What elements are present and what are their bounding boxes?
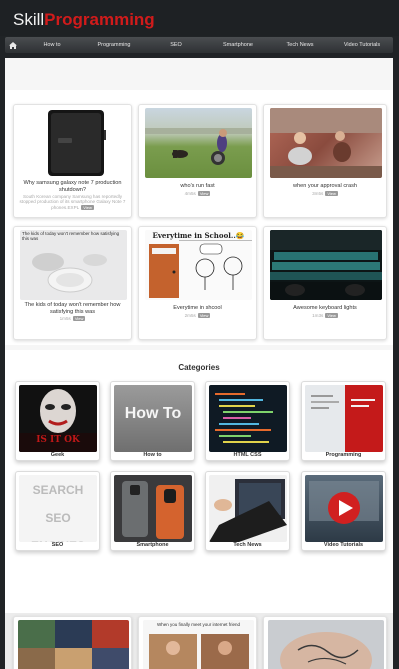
kids-thumbnail: The kids of today won't remember how sat… <box>20 230 127 300</box>
internet-friend-thumbnail: When you finally meet your internet frie… <box>143 620 254 669</box>
categories-heading: Categories <box>178 363 220 372</box>
video-title[interactable]: The kids of today won't remember how sat… <box>18 302 127 315</box>
duration-text: 3m5s <box>312 191 324 196</box>
category-label: Video Tutorials <box>323 542 364 548</box>
view-badge[interactable]: View <box>72 316 86 322</box>
video-title[interactable]: Why samsung galaxy note 7 production shu… <box>18 180 127 193</box>
tech-news-thumbnail <box>209 475 287 542</box>
video-title[interactable]: who's run fast <box>143 183 252 190</box>
category-label: How to <box>143 452 162 458</box>
category-label: Programming <box>325 452 362 458</box>
video-card-run-fast[interactable]: who's run fast 4m5s View <box>138 104 257 218</box>
video-card-approval-crash[interactable]: when your approval crash 3m5s View <box>263 104 387 218</box>
logo-part1: Skill <box>13 10 45 29</box>
category-card-geek[interactable]: IS IT OK Geek <box>15 381 100 461</box>
home-icon[interactable] <box>5 37 21 53</box>
nav-item-tech-news[interactable]: Tech News <box>269 42 331 48</box>
video-meta: 1m3s View <box>268 313 382 319</box>
video-card-kids-today[interactable]: The kids of today won't remember how sat… <box>13 226 132 340</box>
thumbnail-overlay-text: How To <box>124 405 182 422</box>
video-card-bottom-2[interactable]: When you finally meet your internet frie… <box>138 616 257 669</box>
nav-item-programming[interactable]: Programming <box>83 42 145 48</box>
duration-text: 4m5s <box>184 191 196 196</box>
category-card-tech-news[interactable]: Tech News <box>205 471 290 551</box>
thumbnail-overlay-text: SEARCH SEO ENGINES <box>19 477 97 542</box>
video-meta: 3m5s View <box>268 191 382 197</box>
logo-part2: Programming <box>44 10 155 29</box>
category-label: HTML CSS <box>233 452 262 458</box>
view-badge[interactable]: View <box>197 313 211 319</box>
seo-thumbnail: SEARCH SEO ENGINES <box>19 475 97 542</box>
how-to-thumbnail: How To <box>114 385 192 452</box>
phone-thumbnail <box>20 108 127 178</box>
view-badge[interactable]: View <box>325 191 338 197</box>
category-label: Geek <box>50 452 65 458</box>
summary-text: South Korean company Samsung has reporte… <box>19 194 126 210</box>
main-nav: How to Programming SEO Smartphone Tech N… <box>5 37 393 53</box>
movie-collage-thumbnail <box>18 620 129 669</box>
video-card-note7[interactable]: Why samsung galaxy note 7 production shu… <box>13 104 132 218</box>
view-badge[interactable]: View <box>197 191 211 197</box>
category-label: Tech News <box>233 542 262 548</box>
nav-item-smartphone[interactable]: Smartphone <box>207 42 269 48</box>
view-badge[interactable]: View <box>81 204 94 211</box>
crash-thumbnail <box>270 108 382 178</box>
category-card-video-tutorials[interactable]: Video Tutorials <box>301 471 386 551</box>
site-logo[interactable]: SkillProgramming <box>13 10 155 30</box>
video-card-school[interactable]: Everytime in School..😂 Everytime in shco… <box>138 226 257 340</box>
category-label: Smartphone <box>136 542 169 548</box>
video-meta: 1m5s View <box>18 316 127 322</box>
page-content: Why samsung galaxy note 7 production shu… <box>5 58 393 669</box>
seo-art-text: SEARCH SEO ENGINES <box>31 483 85 542</box>
nav-item-how-to[interactable]: How to <box>21 42 83 48</box>
video-card-bottom-1[interactable] <box>13 616 132 669</box>
html-css-thumbnail <box>209 385 287 452</box>
video-summary: South Korean company Samsung has reporte… <box>18 194 127 211</box>
view-badge[interactable]: View <box>325 313 338 319</box>
category-card-smartphone[interactable]: Smartphone <box>110 471 195 551</box>
category-card-programming[interactable]: Programming <box>301 381 386 461</box>
video-card-bottom-3[interactable] <box>263 616 387 669</box>
duration-text: 1m5s <box>59 316 71 321</box>
category-label: SEO <box>51 542 64 548</box>
video-tutorials-thumbnail <box>305 475 383 542</box>
programming-thumbnail <box>305 385 383 452</box>
smartphone-thumbnail <box>114 475 192 542</box>
video-title[interactable]: Everytime in shcool <box>143 305 252 312</box>
tattoo-thumbnail <box>268 620 384 669</box>
category-card-how-to[interactable]: How To How to <box>110 381 195 461</box>
keyboard-thumbnail <box>270 230 382 300</box>
category-card-html-css[interactable]: HTML CSS <box>205 381 290 461</box>
nav-item-video-tutorials[interactable]: Video Tutorials <box>331 42 393 48</box>
duration-text: 2m5s <box>184 313 196 318</box>
school-thumbnail: Everytime in School..😂 <box>145 230 252 300</box>
video-title[interactable]: Awesome keyboard lights <box>268 305 382 312</box>
race-thumbnail <box>145 108 252 178</box>
category-card-seo[interactable]: SEARCH SEO ENGINES SEO <box>15 471 100 551</box>
geek-thumbnail: IS IT OK <box>19 385 97 452</box>
thumbnail-overlay-text: IS IT OK <box>36 435 80 445</box>
video-card-keyboard[interactable]: Awesome keyboard lights 1m3s View <box>263 226 387 340</box>
site-header: SkillProgramming <box>0 0 399 36</box>
duration-text: 1m3s <box>312 313 324 318</box>
video-meta: 2m5s View <box>143 313 252 319</box>
nav-item-seo[interactable]: SEO <box>145 42 207 48</box>
video-title[interactable]: when your approval crash <box>268 183 382 190</box>
video-meta: 4m5s View <box>143 191 252 197</box>
